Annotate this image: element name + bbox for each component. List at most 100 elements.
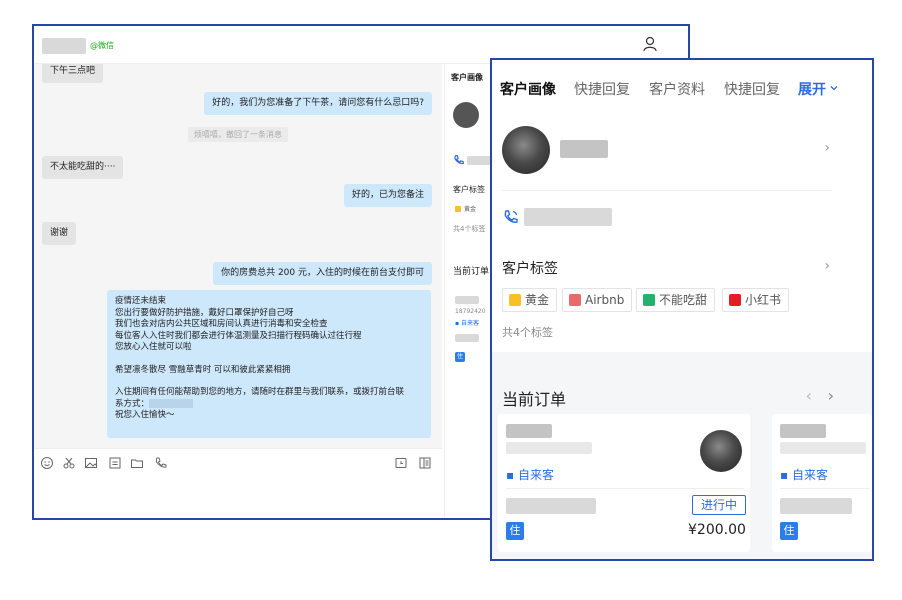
chat-message-area[interactable]: 下午三点吧 好的，我们为您准备了下午茶，请问您有什么忌口吗? 烦嘻嘻，撤回了一条… bbox=[34, 64, 442, 448]
sidebar-icon[interactable] bbox=[418, 456, 432, 470]
next-order-button[interactable]: › bbox=[828, 386, 834, 405]
expand-button[interactable]: 展开 bbox=[798, 79, 839, 99]
section-title-orders: 当前订单 bbox=[453, 267, 490, 277]
section-title-orders: 当前订单 bbox=[502, 390, 567, 409]
message-bubble-outgoing: 好的，已为您备注 bbox=[343, 184, 432, 207]
customer-profile-row[interactable]: › bbox=[492, 120, 872, 192]
message-line: 系方式： bbox=[115, 398, 150, 409]
message-bubble-incoming: 不太能吃甜的···· bbox=[42, 156, 124, 179]
tag-label: Airbnb bbox=[585, 293, 625, 307]
emoji-icon[interactable] bbox=[40, 456, 54, 470]
divider bbox=[780, 488, 870, 489]
phone-icon bbox=[504, 210, 518, 223]
customer-name-redacted bbox=[560, 140, 608, 158]
message-line: 您出行要做好防护措施，戴好口罩保护好自己呀 bbox=[115, 307, 294, 318]
tag-count: 共4个标签 bbox=[453, 225, 486, 233]
order-source: ▪ 自来客 bbox=[506, 468, 554, 482]
message-line: 希望凛冬散尽 雪融草青时 可以和彼此紧紧相拥 bbox=[115, 364, 291, 375]
section-title-tags: 客户标签 bbox=[502, 261, 558, 277]
recall-notice: 烦嘻嘻，撤回了一条消息 bbox=[188, 127, 288, 142]
phone-icon[interactable] bbox=[154, 456, 168, 470]
message-line: 您放心入住就可以啦 bbox=[115, 342, 192, 352]
tag-no-sweets[interactable]: 不能吃甜 bbox=[636, 288, 716, 312]
tab-customer-profile[interactable]: 客户画像 bbox=[500, 79, 556, 99]
image-icon[interactable] bbox=[84, 456, 98, 470]
tag-color-dot bbox=[729, 294, 741, 306]
user-icon[interactable] bbox=[640, 34, 660, 54]
tab-bar: 客户画像 快捷回复 客户资料 快捷回复 展开 bbox=[492, 60, 872, 108]
avatar bbox=[502, 126, 550, 174]
divider bbox=[502, 190, 832, 191]
message-bubble-outgoing: 你的房费总共 200 元，入住的时候在前台支付即可 bbox=[213, 262, 432, 285]
order-info-redacted bbox=[506, 498, 596, 514]
phone-number-redacted bbox=[524, 208, 612, 226]
order-card[interactable]: ▪ 自来客 进行中 住 ¥200.00 bbox=[498, 414, 750, 552]
tag-color-dot bbox=[455, 206, 461, 212]
chevron-right-icon[interactable]: › bbox=[824, 140, 830, 156]
order-price: ¥200.00 bbox=[688, 522, 746, 538]
tag-label: 黄金 bbox=[525, 293, 550, 307]
tag-list: 黄金 Airbnb 不能吃甜 小红书 bbox=[502, 288, 872, 314]
message-line: 疫情还未结束 bbox=[115, 296, 167, 306]
message-line: 祝您入住愉快～ bbox=[115, 410, 175, 420]
order-info-redacted bbox=[455, 334, 479, 342]
tag-label: 小红书 bbox=[745, 293, 782, 307]
phone-icon bbox=[454, 155, 464, 165]
order-info-redacted bbox=[506, 442, 592, 454]
tab-customer-info[interactable]: 客户资料 bbox=[649, 79, 705, 99]
stay-badge: 住 bbox=[506, 522, 524, 540]
message-bubble-outgoing-long: 疫情还未结束 您出行要做好防护措施，戴好口罩保护好自己呀 我们也会对店内公共区域… bbox=[107, 290, 431, 438]
avatar bbox=[453, 102, 479, 128]
divider bbox=[506, 488, 744, 489]
order-card[interactable]: ▪ 自来客 住 bbox=[772, 414, 872, 552]
scissors-icon[interactable] bbox=[62, 456, 76, 470]
status-badge: 进行中 bbox=[692, 495, 747, 515]
tab-customer-profile[interactable]: 客户画像 bbox=[451, 72, 483, 83]
chevron-down-icon bbox=[830, 86, 838, 91]
message-bubble-incoming: 下午三点吧 bbox=[42, 64, 104, 83]
message-line: 我们也会对店内公共区域和房间认真进行消毒和安全检查 bbox=[115, 319, 328, 329]
phone-number-redacted bbox=[149, 398, 194, 408]
tag-airbnb[interactable]: Airbnb bbox=[562, 288, 633, 312]
tag-color-dot bbox=[643, 294, 655, 306]
order-info-redacted bbox=[506, 424, 552, 438]
tab-quick-reply-2[interactable]: 快捷回复 bbox=[724, 79, 780, 99]
order-source: ▪ 自来客 bbox=[780, 468, 828, 482]
chat-toolbar bbox=[34, 448, 442, 476]
tag-color-dot bbox=[569, 294, 581, 306]
prev-order-button[interactable]: ‹ bbox=[806, 386, 812, 405]
file-icon[interactable] bbox=[108, 456, 122, 470]
message-bubble-outgoing: 好的，我们为您准备了下午茶，请问您有什么忌口吗? bbox=[204, 92, 432, 115]
message-bubble-incoming: 谢谢 bbox=[42, 222, 77, 245]
order-source: ▪ 自来客 bbox=[455, 320, 479, 327]
tag-label: 黄金 bbox=[464, 206, 477, 213]
order-info-redacted bbox=[780, 424, 826, 438]
tag-label: 不能吃甜 bbox=[659, 293, 708, 307]
chevron-right-icon[interactable]: › bbox=[824, 258, 830, 274]
tag-count: 共4个标签 bbox=[502, 326, 553, 339]
folder-icon[interactable] bbox=[130, 456, 144, 470]
history-icon[interactable] bbox=[394, 456, 408, 470]
current-orders-section: 当前订单 ‹ › ▪ 自来客 进行中 住 ¥200.00 ▪ 自来客 住 bbox=[492, 352, 872, 559]
message-line: 入住期间有任何能帮助到您的地方，请随时在群里与我们联系，或拨打前台联 bbox=[115, 387, 405, 397]
message-line-contact: 系方式： bbox=[115, 398, 423, 411]
customer-profile-panel: 客户画像 快捷回复 客户资料 快捷回复 展开 › 客户标签 › 黄金 Airbn… bbox=[490, 58, 874, 561]
order-number: 18792420 bbox=[455, 308, 486, 315]
contact-name-redacted bbox=[42, 38, 86, 54]
section-title-tags: 客户标签 bbox=[453, 185, 485, 194]
tab-quick-reply[interactable]: 快捷回复 bbox=[574, 79, 630, 99]
message-line: 每位客人入住时我们都会进行体温测量及扫描行程码确认过往行程 bbox=[115, 330, 362, 341]
tag-xiaohongshu[interactable]: 小红书 bbox=[722, 288, 790, 312]
expand-label: 展开 bbox=[798, 82, 826, 98]
tag-gold[interactable]: 黄金 bbox=[502, 288, 558, 312]
stay-badge: 住 bbox=[455, 352, 465, 362]
avatar bbox=[700, 430, 742, 472]
order-info-redacted bbox=[455, 296, 479, 304]
wechat-source-label: @微信 bbox=[90, 41, 114, 50]
order-info-redacted bbox=[780, 498, 852, 514]
stay-badge: 住 bbox=[780, 522, 798, 540]
tag-color-dot bbox=[509, 294, 521, 306]
order-info-redacted bbox=[780, 442, 866, 454]
